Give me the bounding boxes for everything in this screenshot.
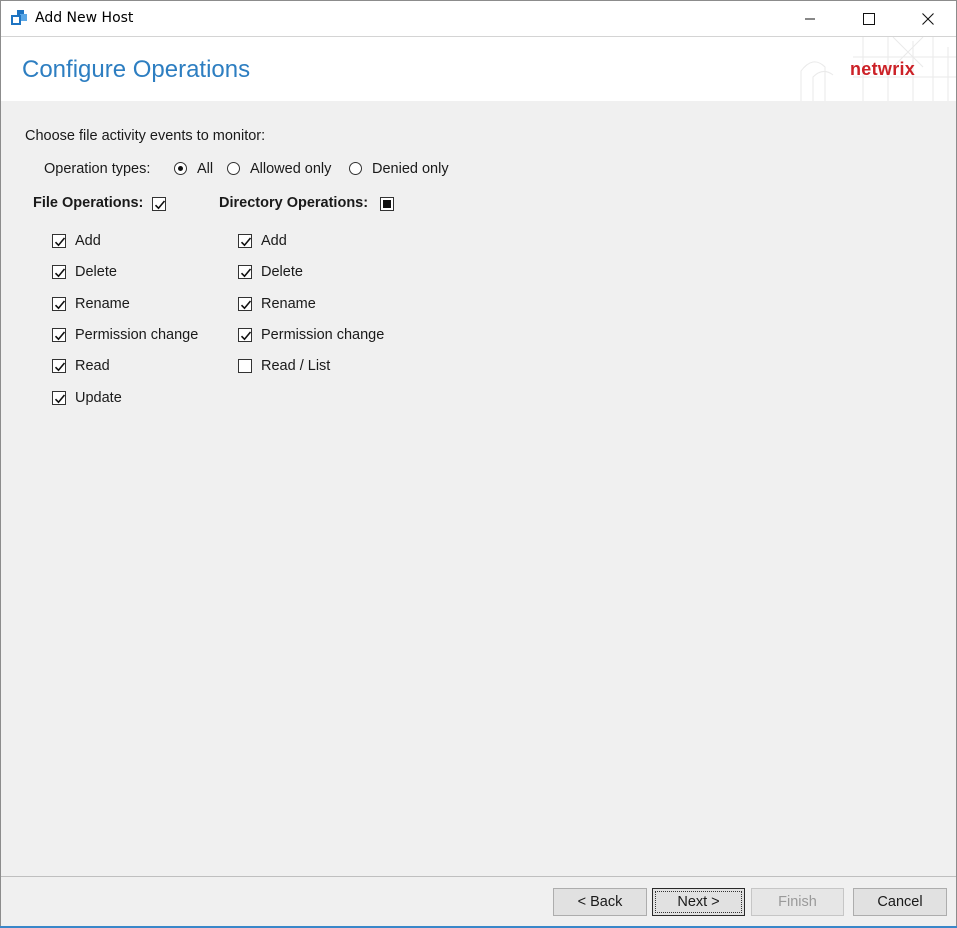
radio-all-label[interactable]: All [197,161,213,177]
maximize-button[interactable] [846,1,892,36]
check-icon [54,300,66,310]
dir-permission-change-checkbox[interactable] [238,328,252,342]
operation-types-label: Operation types: [44,161,151,177]
minimize-icon [805,18,815,19]
file-update-checkbox[interactable] [52,391,66,405]
file-permission-change-label[interactable]: Permission change [75,327,198,343]
netwrix-logo: netwrix [850,59,916,79]
dir-rename-checkbox[interactable] [238,297,252,311]
dir-delete-label[interactable]: Delete [261,264,303,280]
check-icon [54,237,66,247]
file-update-label[interactable]: Update [75,390,122,406]
check-icon [240,268,252,278]
file-operations-label: File Operations: [33,195,144,211]
check-icon [54,394,66,404]
next-button[interactable]: Next > [652,888,745,916]
radio-all[interactable] [174,162,187,175]
directory-operations-checkbox[interactable] [380,197,394,211]
file-add-label[interactable]: Add [75,233,101,249]
close-button[interactable] [905,1,951,36]
check-icon [240,300,252,310]
page-title: Configure Operations [22,56,251,83]
file-rename-label[interactable]: Rename [75,296,130,312]
finish-button[interactable]: Finish [751,888,844,916]
wizard-window: Add New Host Configure Operations netwri… [0,0,957,928]
check-icon [240,237,252,247]
wizard-footer: < Back Next > Finish Cancel [1,876,956,927]
intro-label: Choose file activity events to monitor: [25,128,266,144]
file-delete-checkbox[interactable] [52,265,66,279]
content-panel: Choose file activity events to monitor: … [1,101,956,876]
file-delete-label[interactable]: Delete [75,264,117,280]
cancel-button[interactable]: Cancel [853,888,947,916]
file-read-checkbox[interactable] [52,359,66,373]
title-bar: Add New Host [1,1,956,36]
check-icon [54,362,66,372]
dir-read-list-label[interactable]: Read / List [261,358,330,374]
minimize-button[interactable] [787,1,833,36]
dir-rename-label[interactable]: Rename [261,296,316,312]
file-rename-checkbox[interactable] [52,297,66,311]
wizard-header: Configure Operations netwrix [1,36,956,102]
app-icon [11,10,27,25]
maximize-icon [863,12,875,25]
file-operations-checkbox[interactable] [152,197,166,211]
close-icon [922,12,934,25]
back-button[interactable]: < Back [553,888,647,916]
file-read-label[interactable]: Read [75,358,110,374]
dir-permission-change-label[interactable]: Permission change [261,327,384,343]
file-add-checkbox[interactable] [52,234,66,248]
check-icon [54,268,66,278]
radio-denied-only-label[interactable]: Denied only [372,161,449,177]
radio-allowed-only-label[interactable]: Allowed only [250,161,331,177]
directory-operations-label: Directory Operations: [219,195,369,211]
dir-add-label[interactable]: Add [261,233,287,249]
check-icon [154,200,166,210]
radio-allowed-only[interactable] [227,162,240,175]
check-icon [240,331,252,341]
check-icon [54,331,66,341]
dir-delete-checkbox[interactable] [238,265,252,279]
dir-read-list-checkbox[interactable] [238,359,252,373]
file-permission-change-checkbox[interactable] [52,328,66,342]
radio-denied-only[interactable] [349,162,362,175]
dir-add-checkbox[interactable] [238,234,252,248]
window-title: Add New Host [35,10,134,26]
